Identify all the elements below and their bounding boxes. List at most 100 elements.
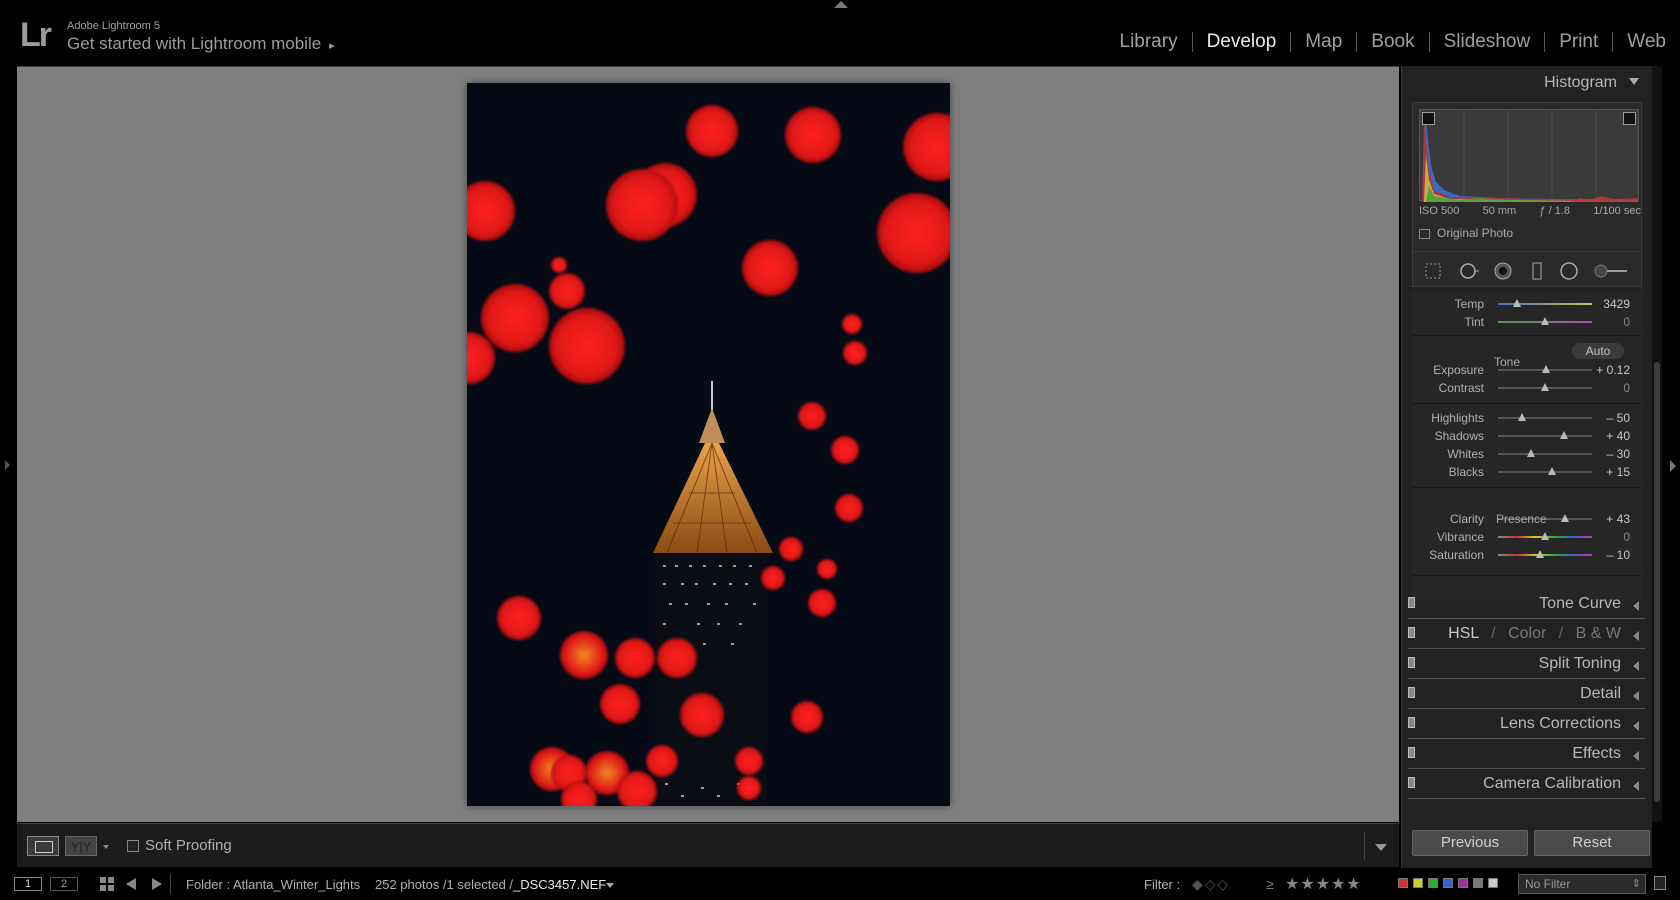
slider-value[interactable]: – 50	[1607, 411, 1630, 425]
slider-value[interactable]: 0	[1623, 315, 1630, 329]
color-label-swatch[interactable]	[1398, 878, 1408, 888]
selected-filename[interactable]: _DSC3457.NEF	[513, 877, 606, 892]
filter-lock-icon[interactable]	[1654, 876, 1666, 890]
source-folder-label[interactable]: Folder : Atlanta_Winter_Lights	[186, 877, 360, 892]
panel-switch-icon[interactable]	[1408, 747, 1415, 758]
slider-value[interactable]: + 40	[1606, 429, 1630, 443]
split-toning-panel-header[interactable]: Split Toning	[1402, 648, 1653, 680]
slider-blacks[interactable]: Blacks + 15	[1412, 463, 1642, 481]
module-slideshow[interactable]: Slideshow	[1430, 32, 1546, 52]
slider-track[interactable]	[1498, 554, 1592, 556]
detail-panel-header[interactable]: Detail	[1402, 678, 1653, 710]
slider-saturation[interactable]: Saturation – 10	[1412, 546, 1642, 564]
panel-switch-icon[interactable]	[1408, 657, 1415, 668]
slider-knob[interactable]	[1559, 431, 1568, 439]
tone-curve-panel-header[interactable]: Tone Curve	[1402, 588, 1653, 620]
histogram-panel-header[interactable]: Histogram	[1402, 66, 1653, 98]
filter-preset-select[interactable]: No Filter	[1518, 874, 1646, 894]
slider-exposure[interactable]: Exposure + 0.12	[1412, 361, 1642, 379]
spot-removal-icon[interactable]	[1459, 261, 1479, 281]
radial-filter-icon[interactable]	[1559, 261, 1579, 281]
toolbar-options-dropdown-icon[interactable]	[1375, 844, 1387, 851]
slider-track[interactable]	[1498, 435, 1592, 437]
expand-panel-icon[interactable]	[1633, 781, 1639, 791]
slider-knob[interactable]	[1541, 532, 1549, 540]
expand-panel-icon[interactable]	[1633, 691, 1639, 701]
forward-arrow-icon[interactable]	[152, 878, 162, 890]
before-after-button[interactable]: Y|Y	[65, 836, 97, 856]
slider-whites[interactable]: Whites – 30	[1412, 445, 1642, 463]
grid-view-icon[interactable]	[100, 877, 114, 891]
slider-shadows[interactable]: Shadows + 40	[1412, 427, 1642, 445]
collapse-top-panel-icon[interactable]	[834, 1, 848, 8]
color-label-swatch[interactable]	[1428, 878, 1438, 888]
slider-knob[interactable]	[1512, 299, 1521, 307]
expand-panel-icon[interactable]	[1633, 721, 1639, 731]
module-web[interactable]: Web	[1613, 32, 1680, 52]
flag-filter-icons[interactable]: ◆◇◇	[1192, 876, 1230, 893]
panel-switch-icon[interactable]	[1408, 597, 1415, 608]
shadow-clipping-toggle[interactable]	[1422, 112, 1435, 125]
slider-contrast[interactable]: Contrast 0	[1412, 379, 1642, 397]
reset-button[interactable]: Reset	[1534, 830, 1650, 856]
graduated-filter-icon[interactable]	[1527, 261, 1547, 281]
slider-value[interactable]: + 15	[1606, 465, 1630, 479]
color-label-swatch[interactable]	[1488, 878, 1498, 888]
camera-calibration-panel-header[interactable]: Camera Calibration	[1402, 768, 1653, 800]
mobile-prompt-link[interactable]: Get started with Lightroom mobile ▸	[67, 34, 335, 54]
slider-value[interactable]: + 43	[1606, 512, 1630, 526]
secondary-window-button[interactable]: 2	[50, 877, 78, 891]
color-label-swatch[interactable]	[1473, 878, 1483, 888]
hsl-tab[interactable]: HSL	[1448, 625, 1479, 642]
effects-panel-header[interactable]: Effects	[1402, 738, 1653, 770]
expand-left-panel-icon[interactable]	[5, 460, 10, 470]
slider-knob[interactable]	[1517, 413, 1526, 421]
panel-switch-icon[interactable]	[1408, 717, 1415, 728]
back-arrow-icon[interactable]	[126, 878, 136, 890]
slider-value[interactable]: 0	[1623, 530, 1630, 544]
slider-value[interactable]: 3429	[1603, 297, 1630, 311]
module-print[interactable]: Print	[1545, 32, 1614, 52]
expand-panel-icon[interactable]	[1633, 751, 1639, 761]
right-panel-scrollbar[interactable]	[1652, 66, 1662, 822]
slider-vibrance[interactable]: Vibrance 0	[1412, 528, 1642, 546]
scrollbar-thumb[interactable]	[1654, 362, 1660, 802]
lens-corrections-panel-header[interactable]: Lens Corrections	[1402, 708, 1653, 740]
module-book[interactable]: Book	[1357, 32, 1430, 52]
expand-panel-icon[interactable]	[1633, 601, 1639, 611]
module-map[interactable]: Map	[1291, 32, 1358, 52]
slider-value[interactable]: + 0.12	[1596, 363, 1630, 377]
slider-value[interactable]: – 30	[1607, 447, 1630, 461]
highlight-clipping-toggle[interactable]	[1623, 112, 1636, 125]
slider-knob[interactable]	[1541, 365, 1550, 373]
slider-tint[interactable]: Tint 0	[1412, 313, 1642, 331]
slider-knob[interactable]	[1536, 550, 1545, 558]
auto-tone-button[interactable]: Auto	[1572, 343, 1624, 359]
slider-knob[interactable]	[1541, 317, 1549, 325]
red-eye-icon[interactable]	[1493, 261, 1513, 281]
star-rating-filter[interactable]: ★★★★★	[1285, 874, 1362, 894]
panel-switch-icon[interactable]	[1408, 687, 1415, 698]
color-label-swatch[interactable]	[1443, 878, 1453, 888]
original-photo-checkbox[interactable]	[1419, 229, 1430, 239]
adjustment-brush-icon[interactable]	[1593, 261, 1629, 281]
slider-knob[interactable]	[1541, 383, 1549, 391]
rating-operator[interactable]: ≥	[1266, 876, 1274, 892]
slider-track[interactable]	[1498, 453, 1592, 455]
slider-knob[interactable]	[1560, 514, 1569, 522]
collapse-histogram-icon[interactable]	[1629, 78, 1639, 85]
slider-value[interactable]: 0	[1623, 381, 1630, 395]
module-library[interactable]: Library	[1106, 32, 1193, 52]
loupe-view-button[interactable]	[27, 836, 59, 856]
slider-knob[interactable]	[1547, 467, 1556, 475]
slider-highlights[interactable]: Highlights – 50	[1412, 409, 1642, 427]
panel-switch-icon[interactable]	[1408, 777, 1415, 788]
color-label-swatch[interactable]	[1458, 878, 1468, 888]
histogram-graph[interactable]	[1419, 109, 1639, 202]
slider-knob[interactable]	[1526, 449, 1535, 457]
primary-window-button[interactable]: 1	[14, 877, 42, 891]
previous-button[interactable]: Previous	[1412, 830, 1528, 856]
soft-proofing-checkbox[interactable]	[127, 840, 139, 852]
filename-dropdown-icon[interactable]	[606, 883, 614, 888]
expand-right-panel-icon[interactable]	[1670, 460, 1676, 472]
